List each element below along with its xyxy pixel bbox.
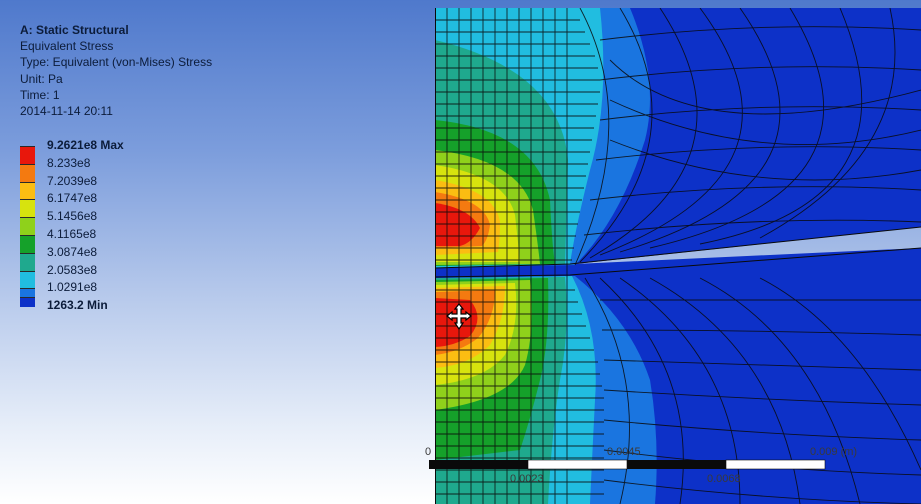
scale-label-three-quarter: 0.0068: [707, 473, 741, 485]
scale-label-0: 0: [425, 446, 432, 458]
scale-label-quarter: 0.0023: [510, 473, 544, 485]
scale-ruler: [429, 459, 826, 470]
scale-label-mid: 0.0045: [607, 446, 641, 458]
scale-label-end: 0.009 (m): [810, 446, 858, 458]
move-cursor-icon: [446, 303, 472, 331]
graphics-viewport[interactable]: A: Static Structural Equivalent Stress T…: [0, 0, 921, 504]
